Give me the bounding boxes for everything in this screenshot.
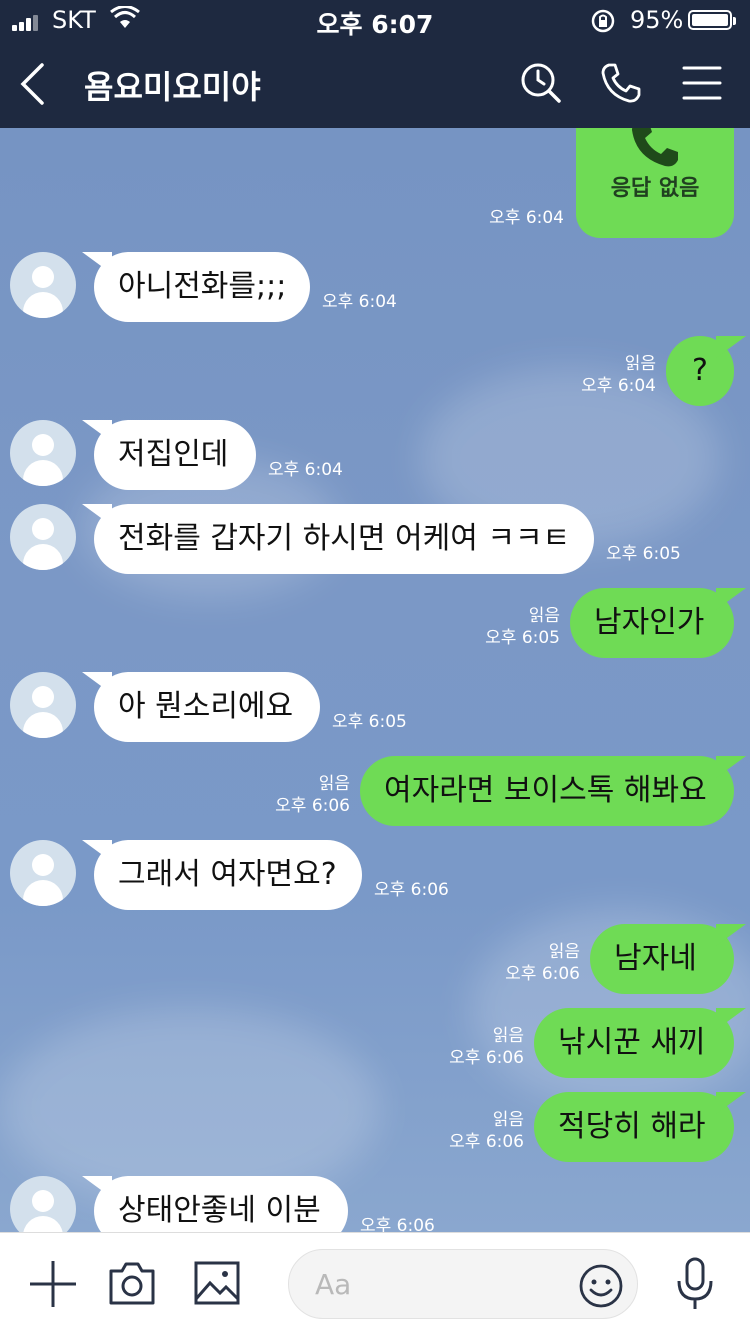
message-bubble[interactable]: 적당히 해라 [534,1092,734,1162]
avatar[interactable] [10,504,76,570]
phone-icon [632,128,678,167]
battery-percent: 95% [630,6,684,34]
chat-area[interactable]: 응답 없음 오후 6:04 아니전화를;;; 오후 6:04 읽음 오후 6:0… [0,128,750,1232]
read-label: 읽음 [492,1026,524,1046]
message-time: 오후 6:05 [606,544,681,564]
message-time: 오후 6:05 [485,628,560,648]
image-icon[interactable] [194,1259,240,1307]
read-label: 읽음 [318,774,350,794]
read-label: 읽음 [624,354,656,374]
avatar[interactable] [10,1176,76,1232]
message-bubble[interactable]: 남자인가 [570,588,734,658]
missed-call-card[interactable]: 응답 없음 [576,128,734,238]
message-input-placeholder: Aa [315,1268,352,1301]
message-time: 오후 6:04 [489,208,564,228]
message-time: 오후 6:06 [449,1132,524,1152]
message-bubble[interactable]: 그래서 여자면요? [94,840,362,910]
message-time: 오후 6:04 [268,460,343,480]
emoji-icon[interactable] [578,1263,624,1309]
message-time: 오후 6:04 [581,376,656,396]
message-bubble[interactable]: 여자라면 보이스톡 해봐요 [360,756,734,826]
chat-title: 욤요미요미야 [84,68,261,106]
read-label: 읽음 [492,1110,524,1130]
message-bubble[interactable]: 아 뭔소리에요 [94,672,320,742]
avatar[interactable] [10,420,76,486]
message-time: 오후 6:06 [275,796,350,816]
avatar[interactable] [10,252,76,318]
message-time: 오후 6:04 [322,292,397,312]
message-time: 오후 6:06 [449,1048,524,1068]
plus-icon[interactable] [30,1259,76,1309]
message-bubble[interactable]: ? [666,336,734,406]
orientation-lock-icon [591,9,615,33]
read-label: 읽음 [548,942,580,962]
battery-icon [688,10,736,30]
message-bubble[interactable]: 전화를 갑자기 하시면 어케여 ㅋㅋㅌ [94,504,594,574]
message-time: 오후 6:06 [360,1216,435,1232]
message-bubble[interactable]: 남자네 [590,924,734,994]
camera-icon[interactable] [108,1259,156,1307]
call-status-label: 응답 없음 [610,176,700,201]
message-time: 오후 6:06 [505,964,580,984]
back-icon[interactable] [18,62,48,106]
status-bar: SKT 오후 6:07 95% [0,0,750,40]
message-bubble[interactable]: 아니전화를;;; [94,252,310,322]
read-label: 읽음 [528,606,560,626]
message-bubble[interactable]: 낚시꾼 새끼 [534,1008,734,1078]
avatar[interactable] [10,840,76,906]
chat-header: 욤요미요미야 [0,40,750,128]
mic-icon[interactable] [676,1257,714,1311]
message-time: 오후 6:06 [374,880,449,900]
avatar[interactable] [10,672,76,738]
input-bar: Aa [0,1232,750,1335]
message-time: 오후 6:05 [332,712,407,732]
menu-icon[interactable] [682,62,722,104]
message-bubble[interactable]: 저집인데 [94,420,256,490]
search-history-icon[interactable] [520,62,562,104]
phone-icon[interactable] [600,62,642,104]
message-bubble[interactable]: 상태안좋네 이분 [94,1176,348,1232]
